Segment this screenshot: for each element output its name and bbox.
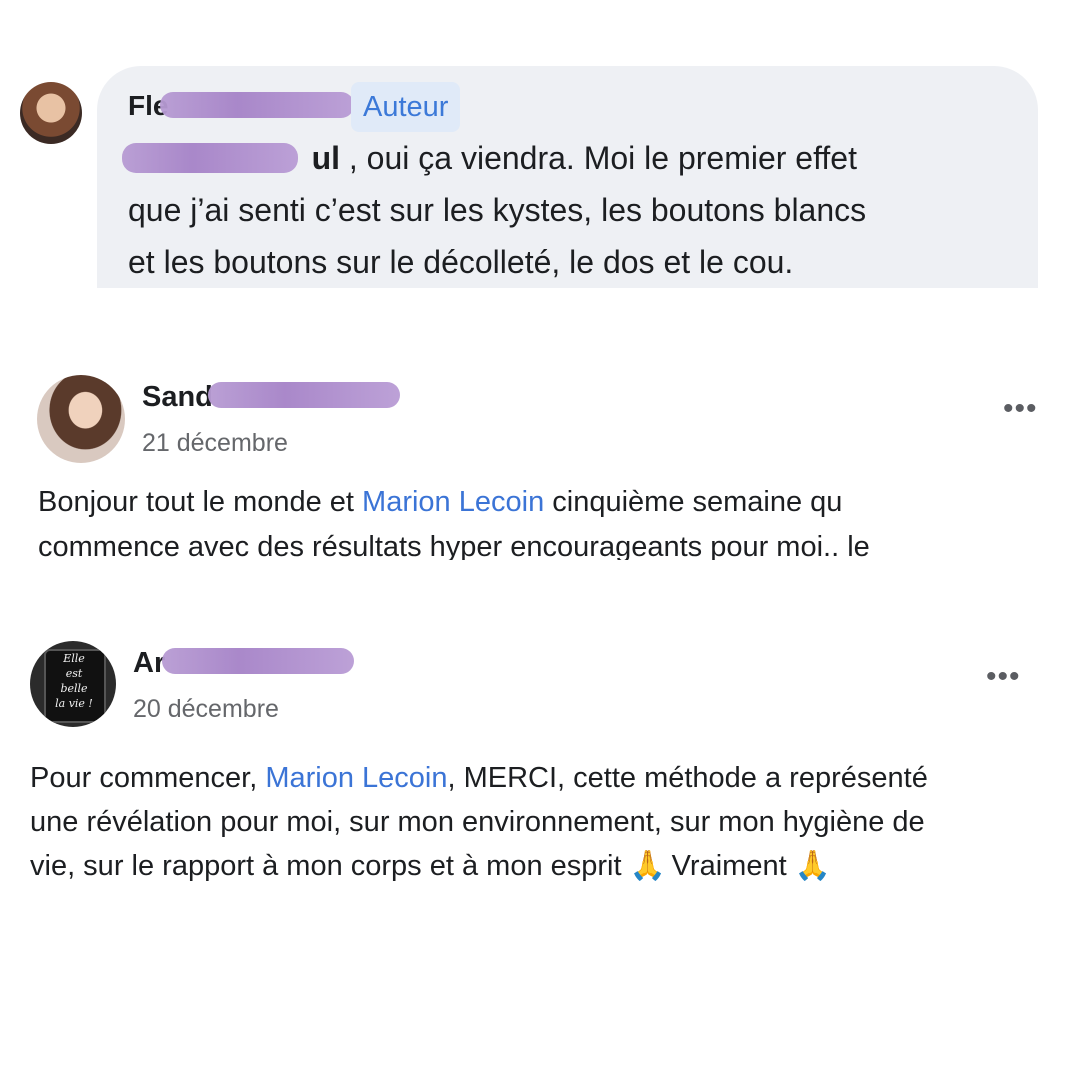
avatar-post-author[interactable]: Elle est belle la vie ! bbox=[30, 641, 116, 727]
redaction-mark bbox=[160, 92, 354, 118]
mention-link[interactable]: Marion Lecoin bbox=[265, 762, 447, 794]
comment-text-line: que j’ai senti c’est sur les kystes, les… bbox=[128, 192, 867, 228]
more-options-icon[interactable]: ••• bbox=[986, 662, 1021, 692]
post-author-name[interactable]: Sand bbox=[142, 381, 213, 414]
author-badge: Auteur bbox=[351, 82, 461, 132]
avatar-comment-author[interactable] bbox=[20, 82, 82, 144]
avatar-text: Elle bbox=[63, 652, 85, 665]
post-text-line: vie, sur le rapport à mon corps et à mon… bbox=[30, 850, 831, 882]
post-text-line: Pour commencer, Marion Lecoin, MERCI, ce… bbox=[30, 762, 928, 794]
praying-hands-icon: 🙏 bbox=[794, 850, 831, 882]
redaction-mark bbox=[162, 648, 354, 674]
avatar-text: belle bbox=[60, 682, 88, 695]
avatar-text: est bbox=[65, 667, 83, 680]
mention-link[interactable]: Marion Lecoin bbox=[362, 486, 544, 518]
avatar-text: la vie ! bbox=[55, 697, 93, 710]
post-text-line: Bonjour tout le monde et Marion Lecoin c… bbox=[38, 486, 843, 518]
post-date[interactable]: 20 décembre bbox=[133, 695, 279, 724]
comment-text-line: et les boutons sur le décolleté, le dos … bbox=[128, 244, 794, 280]
redaction-mark bbox=[122, 143, 298, 173]
post-author-name[interactable]: Ar bbox=[133, 647, 165, 680]
post-text-line: commence avec des résultats hyper encour… bbox=[38, 531, 870, 560]
praying-hands-icon: 🙏 bbox=[629, 850, 666, 882]
post-date[interactable]: 21 décembre bbox=[142, 429, 288, 458]
more-options-icon[interactable]: ••• bbox=[1003, 394, 1038, 424]
redaction-mark bbox=[208, 382, 400, 408]
post-text-line: une révélation pour moi, sur mon environ… bbox=[30, 806, 925, 838]
avatar-post-author[interactable] bbox=[37, 375, 125, 463]
